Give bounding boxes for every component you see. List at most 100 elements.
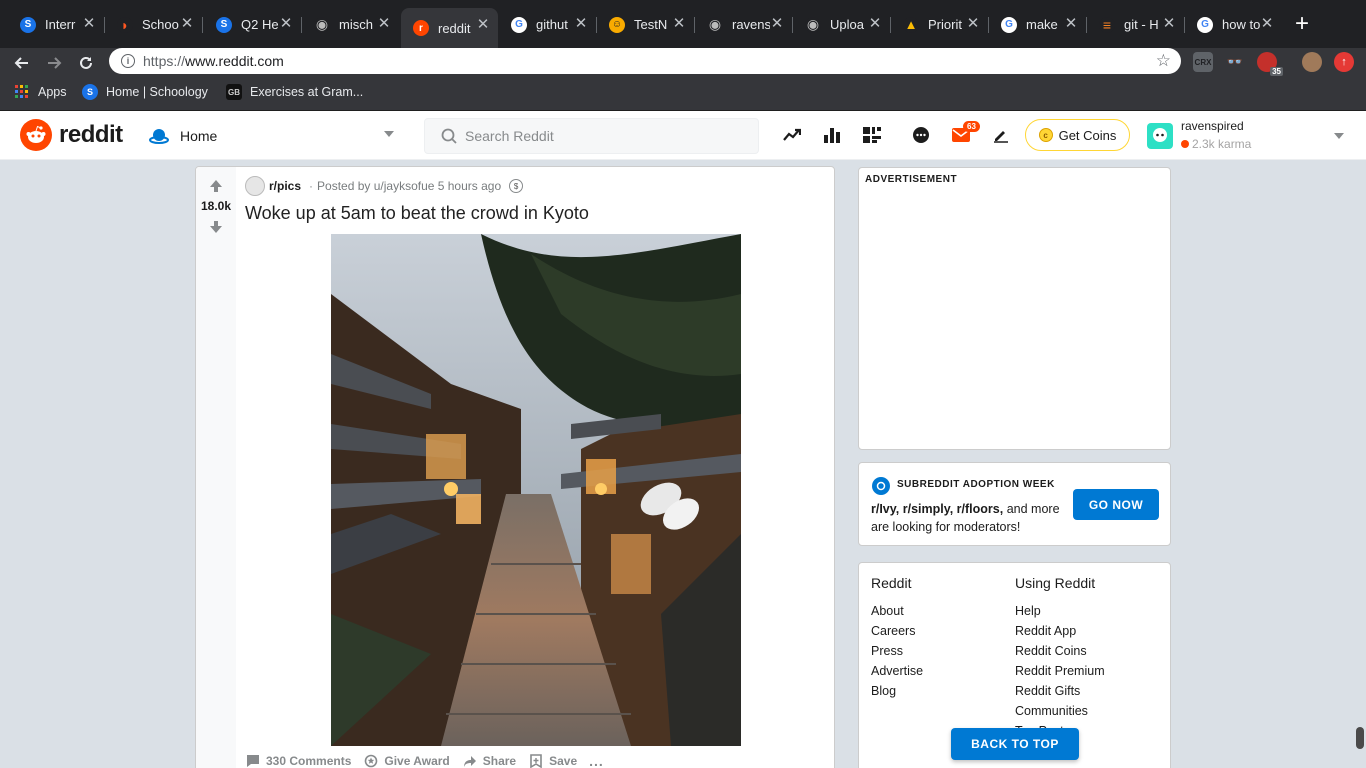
subreddit-icon[interactable] [245, 176, 265, 196]
create-post-pencil-icon[interactable] [990, 124, 1012, 146]
tab-title: make [1026, 17, 1058, 32]
update-arrow-icon[interactable]: ↑ [1334, 52, 1354, 72]
downvote-arrow-icon[interactable] [207, 218, 225, 236]
browser-tab[interactable]: S Interr ✕ [8, 8, 104, 41]
tab-close-icon[interactable]: ✕ [1162, 16, 1176, 31]
subreddit-link[interactable]: r/pics [269, 179, 301, 193]
save-button[interactable]: Save [528, 753, 577, 768]
get-coins-button[interactable]: c Get Coins [1025, 119, 1130, 151]
tab-close-icon[interactable]: ✕ [868, 16, 882, 31]
bookmark-schoology[interactable]: S Home | Schoology [82, 84, 208, 100]
footer-link-reddit-app[interactable]: Reddit App [1015, 621, 1105, 641]
footer-link-reddit-gifts[interactable]: Reddit Gifts [1015, 681, 1105, 701]
adoption-body: r/Ivy, r/simply, r/floors, and more are … [871, 500, 1071, 536]
tab-close-icon[interactable]: ✕ [82, 16, 96, 31]
reload-icon[interactable] [74, 51, 98, 75]
browser-tab[interactable]: ◉ misch ✕ [302, 8, 399, 41]
tab-close-icon[interactable]: ✕ [279, 16, 293, 31]
trending-icon[interactable] [781, 124, 803, 146]
reddit-wordmark[interactable]: reddit [59, 121, 123, 149]
browser-tab[interactable]: G how to ✕ [1185, 8, 1282, 41]
tab-close-icon[interactable]: ✕ [770, 16, 784, 31]
tab-close-icon[interactable]: ✕ [574, 16, 588, 31]
give-award-button[interactable]: Give Award [363, 753, 450, 768]
github-favicon-icon: ◉ [314, 16, 330, 33]
crx-extension-icon[interactable]: CRX [1193, 52, 1213, 72]
tab-close-icon[interactable]: ✕ [1260, 16, 1274, 31]
go-now-button[interactable]: GO NOW [1073, 489, 1159, 520]
footer-link-careers[interactable]: Careers [871, 621, 923, 641]
reddit-header: reddit Home 63 c Get Coins ra [0, 111, 1366, 160]
chat-icon[interactable] [910, 124, 932, 146]
tab-close-icon[interactable]: ✕ [476, 17, 490, 32]
new-tab-button[interactable]: + [1291, 12, 1313, 36]
tab-close-icon[interactable]: ✕ [377, 16, 391, 31]
browser-tab[interactable]: ◉ ravens ✕ [695, 8, 792, 41]
bookmark-grammar[interactable]: GB Exercises at Gram... [226, 84, 363, 100]
karma-value: 2.3k karma [1192, 137, 1252, 151]
bookmark-label: Apps [38, 85, 67, 99]
post-title[interactable]: Woke up at 5am to beat the crowd in Kyot… [245, 203, 589, 224]
footer-link-blog[interactable]: Blog [871, 681, 923, 701]
adoption-subreddits[interactable]: r/Ivy, r/simply, r/floors, [871, 502, 1003, 516]
browser-tab-active[interactable]: r reddit ✕ [401, 8, 498, 48]
username: ravenspired [1181, 119, 1244, 133]
browser-tab[interactable]: ◉ Uploa ✕ [793, 8, 890, 41]
address-bar[interactable]: i https://www.reddit.com ☆ [109, 48, 1181, 74]
back-arrow-icon[interactable] [10, 51, 34, 75]
using-reddit-links-column: Using Reddit Help Reddit App Reddit Coin… [1015, 575, 1105, 741]
post-card[interactable]: 18.0k r/pics · Posted by u/jayksofue 5 h… [195, 166, 835, 768]
home-feed-dropdown[interactable]: Home [146, 119, 402, 153]
tab-close-icon[interactable]: ✕ [966, 16, 980, 31]
search-input[interactable] [465, 128, 745, 144]
user-avatar [1147, 123, 1173, 149]
comments-button[interactable]: 330 Comments [245, 753, 351, 768]
upvote-arrow-icon[interactable] [207, 177, 225, 195]
schoology-favicon-icon: S [216, 16, 232, 33]
bookmark-apps[interactable]: Apps [14, 84, 67, 100]
share-button[interactable]: Share [462, 753, 516, 768]
footer-link-advertise[interactable]: Advertise [871, 661, 923, 681]
advertisement-card[interactable]: ADVERTISEMENT [858, 167, 1171, 450]
back-to-top-button[interactable]: BACK TO TOP [951, 728, 1079, 760]
owl-extension-icon[interactable]: 👓 [1225, 52, 1245, 72]
site-info-icon[interactable]: i [121, 54, 135, 68]
forward-arrow-icon[interactable] [42, 51, 66, 75]
adblock-extension-icon[interactable]: 35 [1257, 52, 1283, 76]
search-box[interactable] [424, 118, 759, 154]
tab-close-icon[interactable]: ✕ [1064, 16, 1078, 31]
tab-title: TestN [634, 17, 668, 32]
browser-tab[interactable]: ◗ Schoo ✕ [105, 8, 202, 41]
posted-by[interactable]: Posted by u/jayksofue 5 hours ago [317, 179, 501, 193]
home-label: Home [180, 128, 218, 144]
advertisement-label: ADVERTISEMENT [865, 174, 958, 185]
profile-avatar[interactable] [1302, 52, 1322, 72]
post-image-kyoto-street[interactable] [331, 234, 741, 746]
browser-tab[interactable]: ▲ Priorit ✕ [891, 8, 988, 41]
browser-tab[interactable]: S Q2 He ✕ [204, 8, 301, 41]
award-icon [363, 753, 379, 768]
leaderboard-icon[interactable] [821, 124, 843, 146]
footer-link-help[interactable]: Help [1015, 601, 1105, 621]
footer-link-communities[interactable]: Communities [1015, 701, 1105, 721]
browser-tab[interactable]: G make ✕ [989, 8, 1086, 41]
footer-link-reddit-coins[interactable]: Reddit Coins [1015, 641, 1105, 661]
browser-tab[interactable]: ☺ TestN ✕ [597, 8, 694, 41]
footer-link-reddit-premium[interactable]: Reddit Premium [1015, 661, 1105, 681]
tab-close-icon[interactable]: ✕ [672, 16, 686, 31]
tab-close-icon[interactable]: ✕ [180, 16, 194, 31]
rpan-icon[interactable] [861, 124, 883, 146]
page-scrollbar-thumb[interactable] [1356, 727, 1364, 749]
more-options-button[interactable]: ... [589, 753, 604, 768]
browser-tab[interactable]: ≡ git - H ✕ [1087, 8, 1184, 41]
browser-tab[interactable]: G githut ✕ [499, 8, 596, 41]
chevron-down-icon [384, 131, 394, 137]
footer-link-press[interactable]: Press [871, 641, 923, 661]
tab-title: Uploa [830, 17, 864, 32]
reddit-logo-icon[interactable] [20, 119, 52, 151]
comment-bubble-icon [245, 753, 261, 768]
tab-title: githut [536, 17, 568, 32]
bookmark-star-icon[interactable]: ☆ [1156, 51, 1171, 71]
user-menu[interactable]: ravenspired 2.3k karma [1147, 118, 1347, 154]
footer-link-about[interactable]: About [871, 601, 923, 621]
